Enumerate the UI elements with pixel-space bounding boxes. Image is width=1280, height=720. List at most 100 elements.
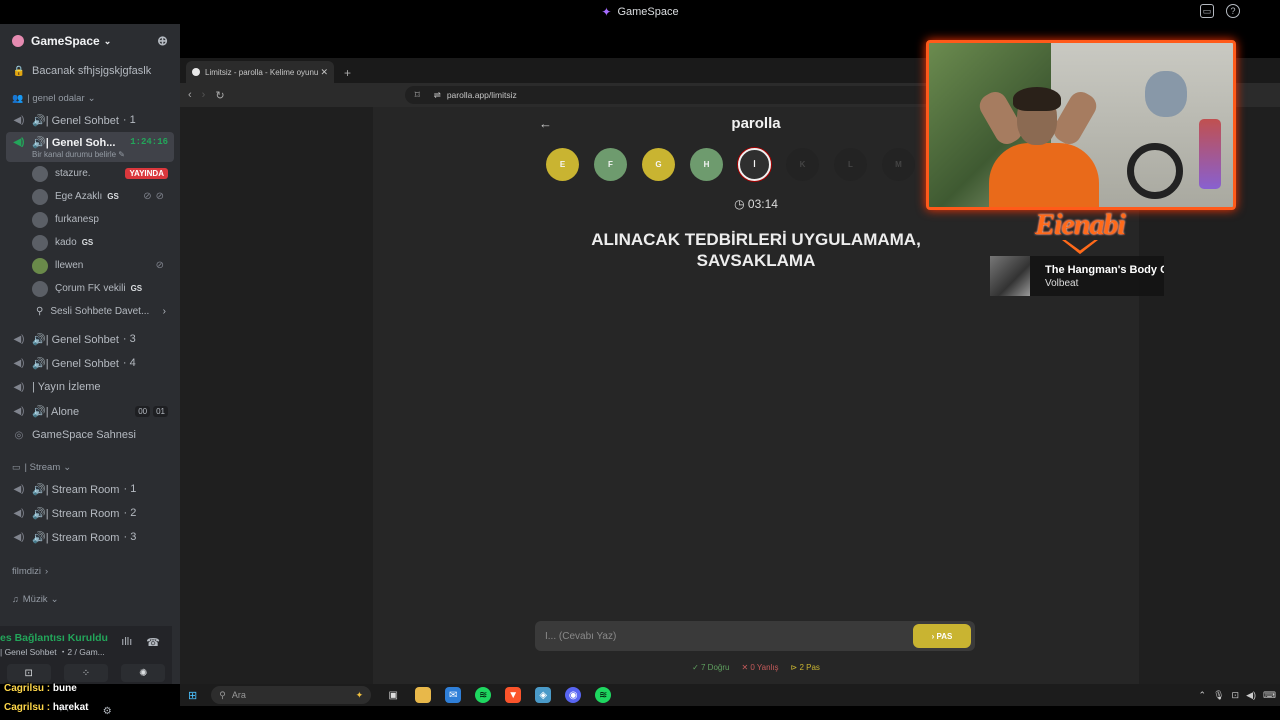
channel-number: · 3 — [123, 531, 137, 543]
discord-icon[interactable]: ◉ — [565, 687, 582, 703]
channel-bacanak[interactable]: 🔒 Bacanak sfhjsjgskjgfaslk — [0, 58, 180, 84]
channel-yayin-izleme[interactable]: ◀) | Yayın İzleme — [0, 375, 180, 399]
help-icon[interactable]: ? — [1226, 4, 1240, 18]
voice-channel-icon: ◀) — [13, 357, 25, 369]
channel-active[interactable]: ◀) 🔊| Genel Soh... 1:24:16 Bir kanal dur… — [6, 132, 174, 162]
album-art — [990, 256, 1030, 296]
avatar — [32, 257, 48, 274]
user-tag: GS — [130, 284, 143, 293]
channel-sidebar: GameSpace ⌄ ⊕ 🔒 Bacanak sfhjsjgskjgfaslk… — [0, 24, 180, 684]
windows-start-icon[interactable]: ⊞ — [188, 689, 197, 702]
channel-label: 🔊| Stream Room — [32, 483, 120, 496]
shirt — [989, 143, 1099, 207]
voice-channel-icon: ◀) — [13, 136, 25, 148]
voice-channel-icon: ◀) — [13, 483, 25, 495]
tab-title: Limitsiz - parolla - Kelime oyunu — [205, 67, 319, 77]
channel-status[interactable]: Bir kanal durumu belirle — [32, 150, 116, 159]
activities-button[interactable]: ⁘ — [63, 664, 108, 682]
category-filmdizi[interactable]: filmdizi › — [0, 561, 180, 581]
voice-channel-info[interactable]: | Genel Sohbet ・2 / Gam... — [0, 646, 105, 658]
plush-toy — [1145, 71, 1187, 117]
file-explorer-icon[interactable] — [415, 687, 432, 703]
chat-user: Cagrilsu — [4, 683, 45, 694]
channel-stream-room-3[interactable]: ◀) 🔊| Stream Room · 3 — [0, 525, 180, 549]
forward-icon[interactable]: › — [202, 89, 206, 101]
microphone-icon[interactable]: 🎙 — [1213, 690, 1224, 701]
letter-circle: L — [834, 148, 867, 181]
noise-suppression-icon[interactable]: ıllı — [121, 636, 132, 649]
reload-icon[interactable]: ↻ — [215, 89, 224, 102]
voice-channel-icon: ◀) — [13, 507, 25, 519]
close-tab-icon[interactable]: ✕ — [320, 67, 328, 78]
disconnect-icon[interactable]: ☎ — [146, 636, 160, 649]
browser-tab[interactable]: Limitsiz - parolla - Kelime oyunu ✕ — [186, 61, 334, 83]
channel-genel-sohbet-1[interactable]: ◀) 🔊| Genel Sohbet · 1 — [0, 108, 180, 132]
people-icon: 👥 — [12, 92, 24, 103]
channel-genel-sohbet-3[interactable]: ◀) 🔊| Genel Sohbet · 3 — [0, 327, 180, 351]
chat-user: Cagrilsu — [4, 702, 45, 713]
windows-taskbar: ⊞ ⚲ Ara ✦ ▣ ✉ ≋ ▼ ◈ ◉ ≋ ⌃ 🎙 ⊡ ◀) ⌨ — [180, 684, 1280, 706]
server-header[interactable]: GameSpace ⌄ ⊕ — [0, 24, 180, 58]
inbox-icon[interactable]: ▭ — [1200, 4, 1214, 18]
taskbar-search[interactable]: ⚲ Ara ✦ — [211, 686, 372, 704]
channel-label: 🔊| Alone — [32, 405, 80, 418]
category-stream[interactable]: ▭ | Stream ⌄ — [0, 457, 180, 477]
keyboard-icon[interactable]: ⌨ — [1263, 690, 1276, 701]
server-name: GameSpace — [31, 34, 100, 48]
back-icon[interactable]: ‹ — [188, 89, 192, 101]
muted-deafened-icon: ⊘⊘ — [143, 191, 168, 202]
task-view-icon[interactable]: ▣ — [385, 687, 401, 703]
channel-stage[interactable]: ◎ GameSpace Sahnesi — [0, 423, 180, 447]
voice-user[interactable]: kado GS — [0, 231, 180, 254]
channel-count: 3 — [129, 333, 136, 345]
channel-label: GameSpace Sahnesi — [32, 429, 136, 441]
spotify-icon[interactable]: ≋ — [475, 687, 492, 703]
channel-count: 2 — [130, 507, 137, 519]
settings-icon[interactable]: ⚙ — [103, 706, 112, 717]
avatar — [32, 280, 48, 297]
answer-input[interactable] — [545, 627, 905, 645]
tray-chevron-icon[interactable]: ⌃ — [1199, 690, 1207, 701]
add-member-icon[interactable]: ⊕ — [157, 33, 168, 49]
voice-status[interactable]: es Bağlantısı Kuruldu — [0, 632, 108, 644]
screen-share-button[interactable]: ⊡ — [6, 664, 51, 682]
letter-circle: M — [882, 148, 915, 181]
voice-user[interactable]: stazure. YAYINDA — [0, 162, 180, 185]
user-name: furkanesp — [55, 214, 99, 225]
pas-button[interactable]: › PAS — [913, 624, 971, 648]
bookmark-icon[interactable]: ⌑ — [415, 90, 420, 101]
letter-wheel: E F G H İ K L M — [546, 148, 915, 181]
mail-icon[interactable]: ✉ — [445, 687, 462, 703]
letter-circle: F — [594, 148, 627, 181]
channel-genel-sohbet-4[interactable]: ◀) 🔊| Genel Sohbet · 4 — [0, 351, 180, 375]
voice-user[interactable]: Çorum FK vekili GS — [0, 277, 180, 300]
channel-label: | Yayın İzleme — [32, 381, 101, 393]
channel-stream-room-2[interactable]: ◀) 🔊| Stream Room · 2 — [0, 501, 180, 525]
headset-icon[interactable]: ◠ — [60, 706, 69, 717]
soundboard-button[interactable]: ✺ — [121, 664, 166, 682]
chevron-right-icon: › — [162, 306, 166, 317]
channel-alone[interactable]: ◀) 🔊| Alone 00 01 — [0, 399, 180, 423]
category-muzik[interactable]: ♫ Müzik ⌄ — [0, 589, 180, 609]
brave-browser-icon[interactable]: ▼ — [505, 687, 522, 703]
avatar — [32, 188, 48, 205]
track-artist: Volbeat — [1045, 277, 1079, 289]
invite-label: Sesli Sohbete Davet... — [50, 306, 150, 317]
new-tab-icon[interactable]: + — [344, 66, 351, 80]
spotify-icon[interactable]: ≋ — [595, 687, 612, 703]
app-icon[interactable]: ◈ — [535, 687, 552, 703]
category-genel-odalar[interactable]: 👥 | genel odalar ⌄ — [0, 88, 180, 108]
letter-circle: E — [546, 148, 579, 181]
volume-icon[interactable]: ◀) — [1246, 690, 1256, 701]
invite-to-voice[interactable]: ⚲ Sesli Sohbete Davet... › — [0, 300, 180, 323]
channel-stream-room-1[interactable]: ◀) 🔊| Stream Room · 1 — [0, 477, 180, 501]
voice-user[interactable]: furkanesp — [0, 208, 180, 231]
user-name: Çorum FK vekili — [55, 283, 126, 294]
user-tag: GS — [81, 238, 94, 247]
site-info-icon[interactable]: ⇌ — [434, 90, 441, 101]
voice-user[interactable]: llewen ⊘ — [0, 254, 180, 277]
network-icon[interactable]: ⊡ — [1232, 690, 1240, 701]
voice-user[interactable]: Ege Azaklı GS ⊘⊘ — [0, 185, 180, 208]
channel-number: · 4 — [122, 357, 136, 369]
address-bar[interactable]: ⌑ ⇌ parolla.app/limitsiz — [404, 86, 1005, 104]
